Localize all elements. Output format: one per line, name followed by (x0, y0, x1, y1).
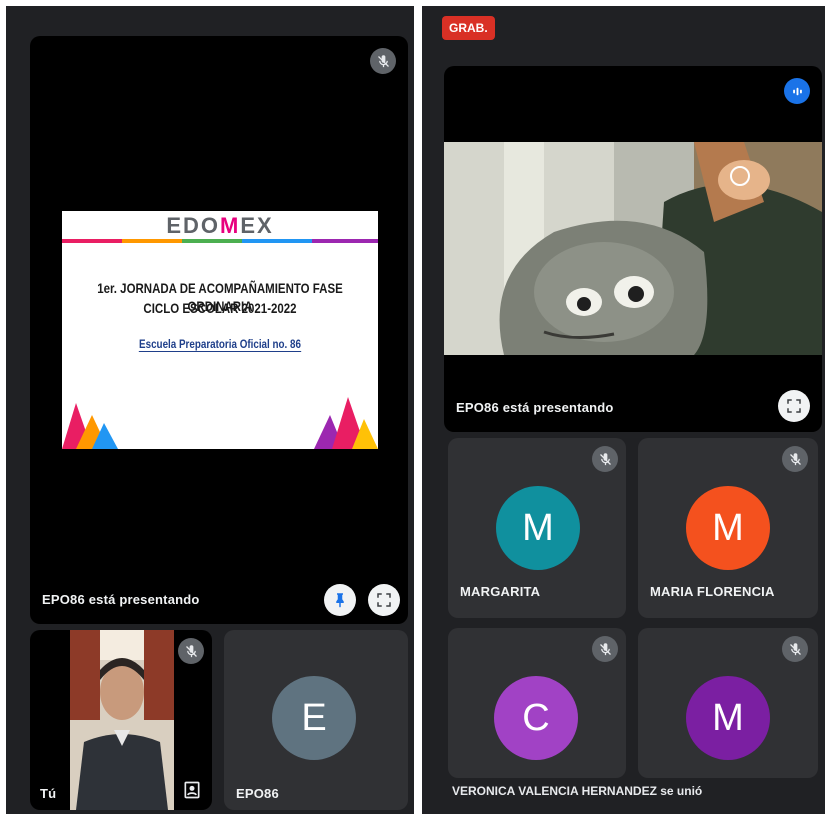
fullscreen-icon[interactable] (778, 390, 810, 422)
left-meeting-panel: EDOMEX 1er. JORNADA DE ACOMPAÑAMIENTO FA… (6, 6, 414, 814)
mic-off-icon (592, 636, 618, 662)
participant-name: MARIA FLORENCIA (650, 584, 775, 599)
mic-off-icon (782, 446, 808, 472)
presentation-tile[interactable]: EDOMEX 1er. JORNADA DE ACOMPAÑAMIENTO FA… (30, 36, 408, 624)
avatar: M (496, 486, 580, 570)
slide-decoration-right (314, 397, 378, 449)
fullscreen-icon[interactable] (368, 584, 400, 616)
shared-video (444, 142, 822, 355)
audio-activity-icon (784, 78, 810, 104)
participant-tile-epo86[interactable]: E EPO86 (224, 630, 408, 810)
layout-icon[interactable] (182, 780, 202, 800)
presenter-label: EPO86 está presentando (456, 400, 614, 415)
participant-tile[interactable]: M MARGARITA (448, 438, 626, 618)
mic-off-icon (782, 636, 808, 662)
participant-name: EPO86 (236, 786, 279, 801)
mic-off-icon (592, 446, 618, 472)
pin-icon[interactable] (324, 584, 356, 616)
avatar: E (272, 676, 356, 760)
avatar: M (686, 486, 770, 570)
participant-tile[interactable]: C (448, 628, 626, 778)
join-notification: VERONICA VALENCIA HERNANDEZ se unió (452, 784, 703, 798)
slide-title-line-2: CICLO ESCOLAR 2021-2022 (143, 300, 297, 316)
edomex-logo: EDOMEX (166, 213, 274, 238)
mic-off-icon (370, 48, 396, 74)
self-view-tile[interactable]: Tú (30, 630, 212, 810)
presentation-tile[interactable]: EPO86 está presentando (444, 66, 822, 432)
slide-decoration-left (62, 403, 118, 449)
recording-badge: GRAB. (442, 16, 495, 40)
mic-off-icon (178, 638, 204, 664)
self-label: Tú (40, 786, 57, 801)
presenter-label: EPO86 está presentando (42, 592, 200, 607)
shared-slide: EDOMEX 1er. JORNADA DE ACOMPAÑAMIENTO FA… (62, 211, 378, 449)
participant-tile[interactable]: M (638, 628, 818, 778)
avatar: C (494, 676, 578, 760)
participant-name: MARGARITA (460, 584, 541, 599)
participant-tile[interactable]: M MARIA FLORENCIA (638, 438, 818, 618)
self-camera-video (70, 630, 174, 810)
right-meeting-panel: GRAB. EPO86 está presentando M MARGARITA… (422, 6, 825, 814)
slide-school-name: Escuela Preparatoria Oficial no. 86 (139, 337, 301, 352)
slide-color-band (62, 239, 378, 243)
avatar: M (686, 676, 770, 760)
